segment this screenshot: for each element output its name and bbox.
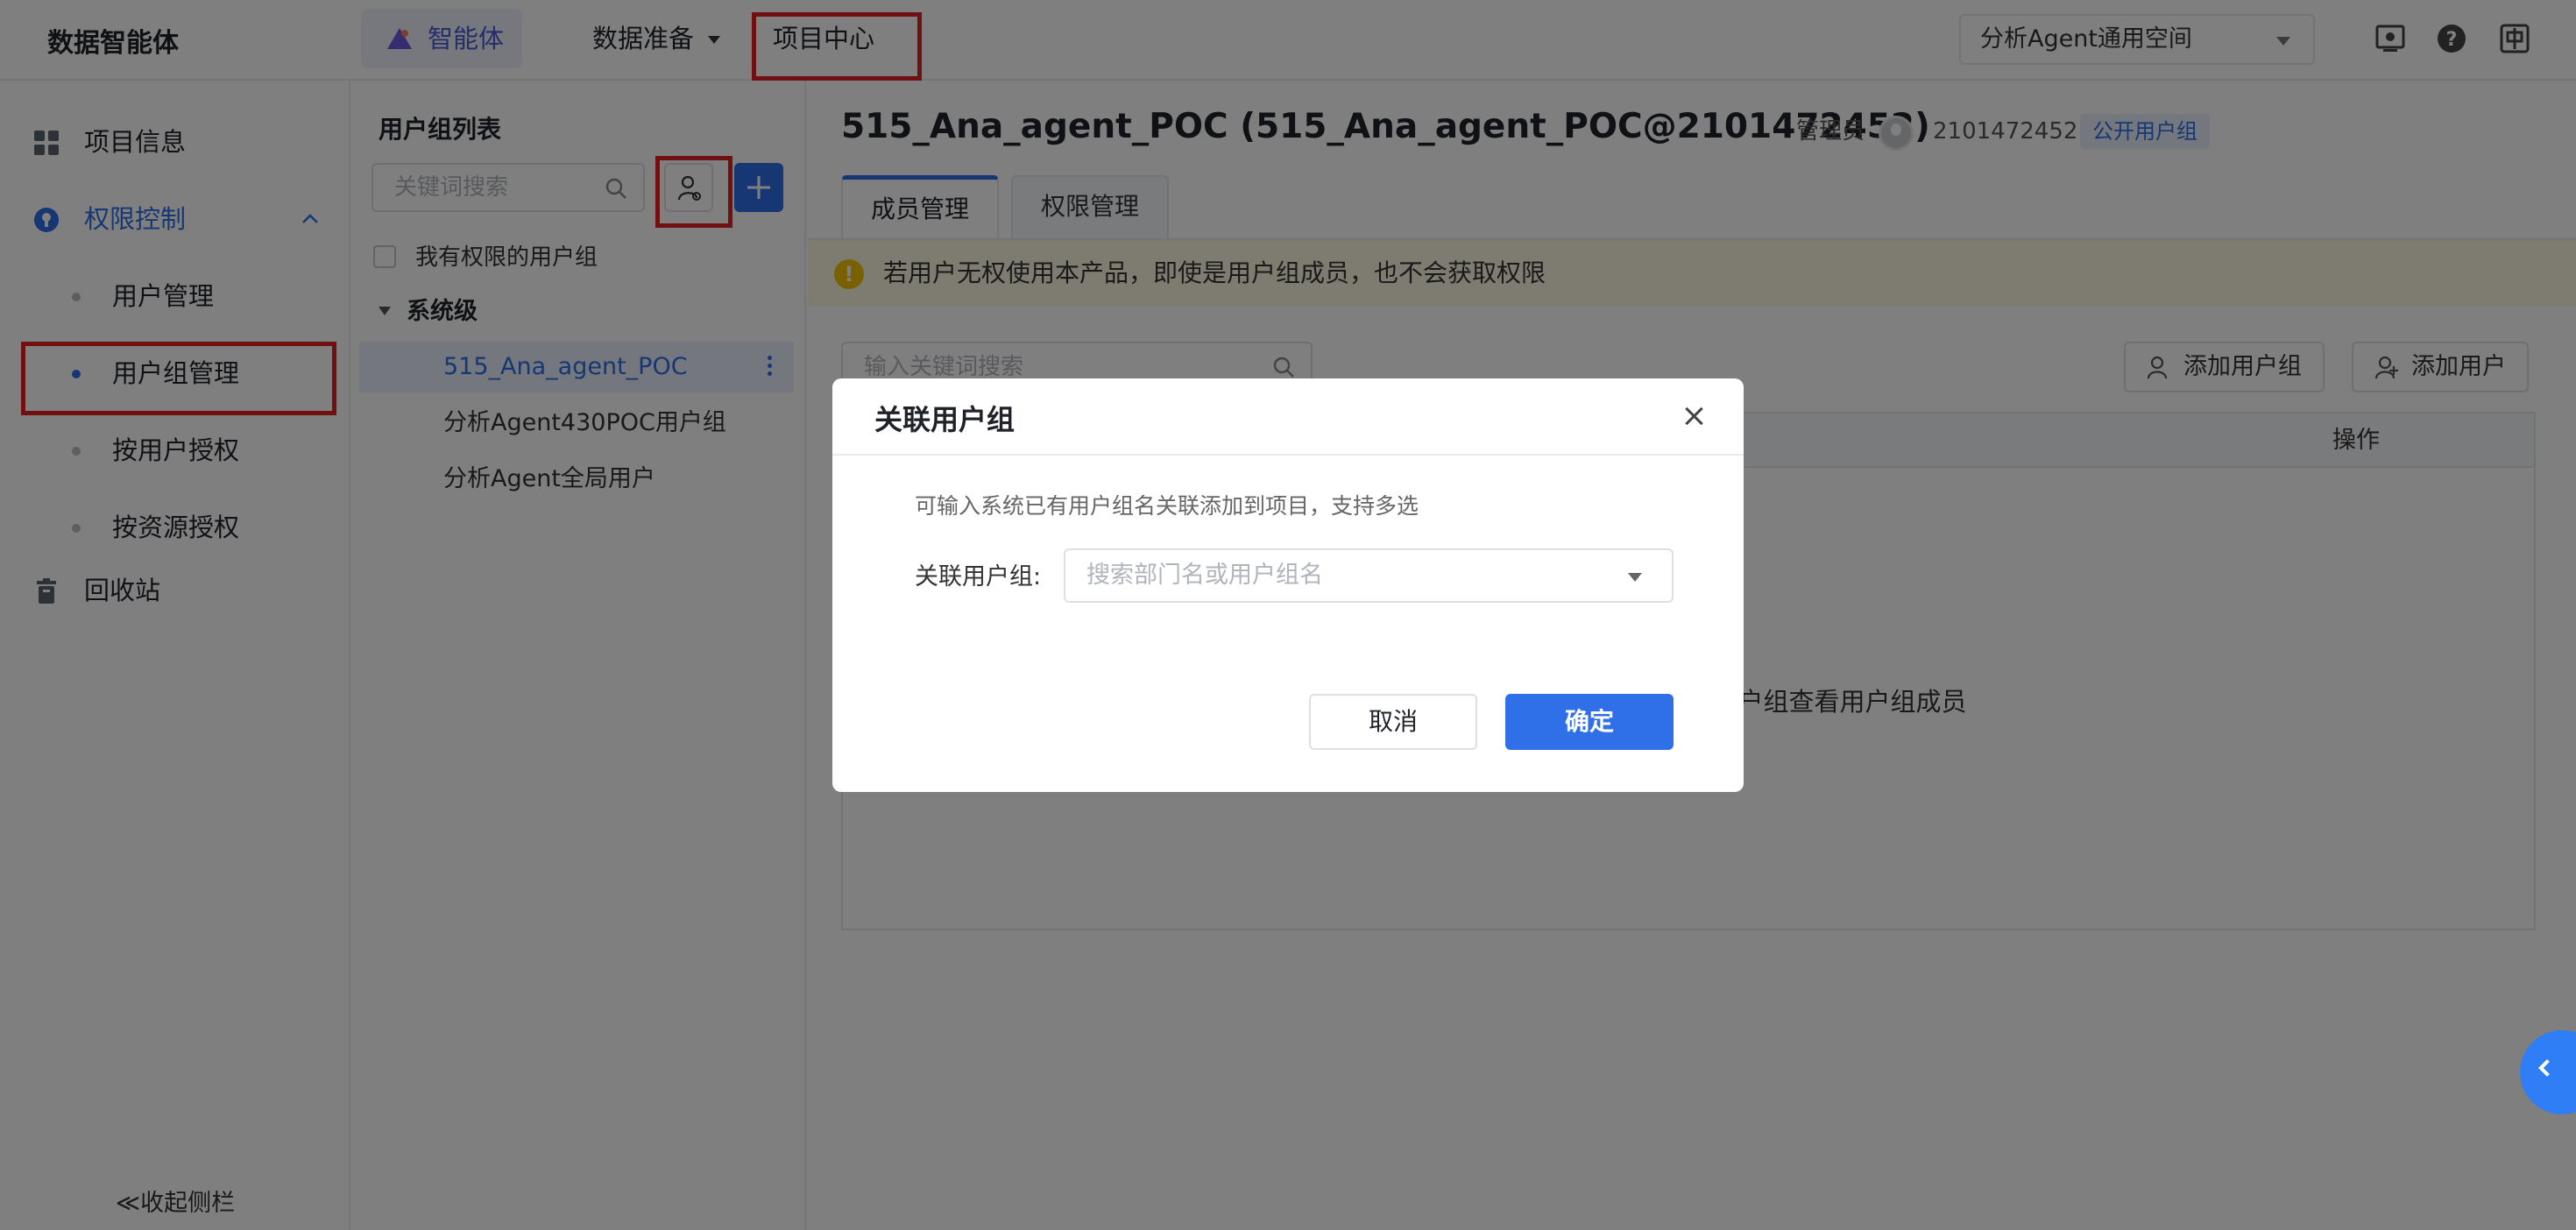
group-select[interactable]: 搜索部门名或用户组名 xyxy=(1064,548,1674,603)
dialog-description: 可输入系统已有用户组名关联添加到项目，支持多选 xyxy=(915,493,1419,519)
dialog-title: 关联用户组 xyxy=(874,403,1016,436)
caret-down-icon xyxy=(1628,573,1642,582)
group-select-placeholder: 搜索部门名或用户组名 xyxy=(1086,562,1323,589)
link-group-dialog: 关联用户组 可输入系统已有用户组名关联添加到项目，支持多选 关联用户组: 搜索部… xyxy=(832,378,1744,792)
cancel-button[interactable]: 取消 xyxy=(1309,694,1477,750)
dialog-header: 关联用户组 xyxy=(832,378,1744,456)
confirm-button[interactable]: 确定 xyxy=(1505,694,1674,750)
close-icon[interactable] xyxy=(1682,405,1705,428)
field-label: 关联用户组: xyxy=(915,563,1042,590)
chevron-left-icon xyxy=(2538,1059,2556,1077)
